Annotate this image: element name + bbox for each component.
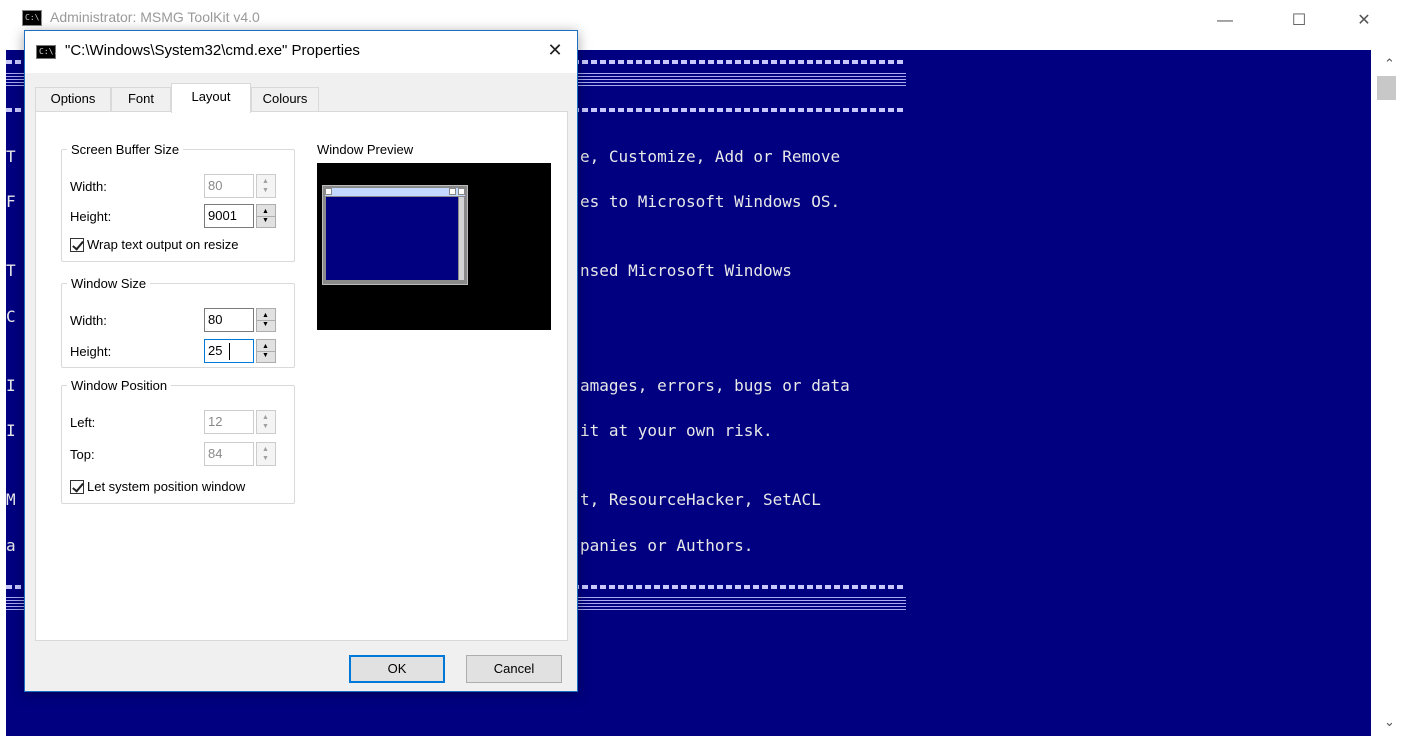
buffer-height-spinner[interactable]: ▲ ▼ bbox=[256, 204, 276, 228]
preview-control bbox=[449, 188, 456, 195]
scroll-down-icon[interactable]: ⌄ bbox=[1384, 714, 1395, 730]
wrap-text-label: Wrap text output on resize bbox=[87, 237, 239, 252]
spin-up-icon: ▲ bbox=[262, 178, 269, 185]
position-left-spinner[interactable]: ▲ ▼ bbox=[256, 410, 276, 434]
position-top-input[interactable]: 84 bbox=[204, 442, 254, 466]
spin-down-icon: ▼ bbox=[262, 455, 269, 462]
scroll-up-icon[interactable]: ⌃ bbox=[1384, 56, 1395, 72]
spin-down-icon: ▼ bbox=[262, 423, 269, 430]
window-width-spinner[interactable]: ▲ ▼ bbox=[256, 308, 276, 332]
window-preview-label: Window Preview bbox=[317, 142, 414, 157]
spin-down-icon: ▼ bbox=[262, 321, 269, 328]
window-width-label: Width: bbox=[70, 313, 107, 328]
buffer-height-label: Height: bbox=[70, 209, 112, 224]
window-size-group: Window Size Width: 80 ▲ ▼ Height: 25 ▲ ▼ bbox=[61, 276, 295, 368]
minimize-button[interactable]: — bbox=[1210, 10, 1240, 34]
window-height-label: Height: bbox=[70, 344, 112, 359]
window-height-spinner[interactable]: ▲ ▼ bbox=[256, 339, 276, 363]
let-system-position-row[interactable]: Let system position window bbox=[70, 479, 245, 494]
preview-window bbox=[322, 185, 468, 285]
spin-up-icon: ▲ bbox=[262, 414, 269, 421]
window-position-group: Window Position Left: 12 ▲ ▼ Top: 84 ▲ ▼… bbox=[61, 378, 295, 504]
buffer-width-spinner[interactable]: ▲ ▼ bbox=[256, 174, 276, 198]
console-line: t, ResourceHacker, SetACL bbox=[580, 490, 821, 509]
console-line-start: C bbox=[6, 307, 16, 326]
console-line: e, Customize, Add or Remove bbox=[580, 147, 841, 166]
console-scrollbar[interactable]: ⌃ ⌄ bbox=[1372, 50, 1404, 736]
console-line: it at your own risk. bbox=[580, 421, 773, 440]
maximize-button[interactable]: ☐ bbox=[1284, 10, 1314, 34]
console-line-start: T bbox=[6, 147, 16, 166]
cmd-icon: C:\. bbox=[36, 45, 58, 59]
buffer-width-label: Width: bbox=[70, 179, 107, 194]
preview-control bbox=[458, 188, 465, 195]
spin-up-icon: ▲ bbox=[262, 343, 269, 350]
console-app-icon: C:\. bbox=[22, 10, 44, 26]
text-caret bbox=[229, 343, 230, 360]
tab-colours[interactable]: Colours bbox=[251, 87, 319, 111]
scroll-thumb[interactable] bbox=[1377, 76, 1396, 100]
spin-up-icon: ▲ bbox=[262, 312, 269, 319]
screen-buffer-group: Screen Buffer Size Width: 80 ▲ ▼ Height:… bbox=[61, 142, 295, 262]
window-preview bbox=[317, 163, 551, 330]
cancel-button[interactable]: Cancel bbox=[466, 655, 562, 683]
wrap-text-checkbox-row[interactable]: Wrap text output on resize bbox=[70, 237, 239, 252]
console-line: panies or Authors. bbox=[580, 536, 754, 555]
window-position-legend: Window Position bbox=[71, 378, 168, 393]
position-top-spinner[interactable]: ▲ ▼ bbox=[256, 442, 276, 466]
tab-font[interactable]: Font bbox=[111, 87, 171, 111]
screen-buffer-legend: Screen Buffer Size bbox=[71, 142, 180, 157]
console-line: es to Microsoft Windows OS. bbox=[580, 192, 841, 211]
console-line: amages, errors, bugs or data bbox=[580, 376, 850, 395]
window-height-input[interactable]: 25 bbox=[204, 339, 254, 363]
spin-up-icon: ▲ bbox=[262, 208, 269, 215]
close-window-button[interactable]: ✕ bbox=[1349, 10, 1379, 34]
spin-down-icon: ▼ bbox=[262, 217, 269, 224]
position-left-input[interactable]: 12 bbox=[204, 410, 254, 434]
tab-layout[interactable]: Layout bbox=[171, 83, 251, 113]
buffer-width-input[interactable]: 80 bbox=[204, 174, 254, 198]
console-line-start: I bbox=[6, 421, 16, 440]
preview-icon bbox=[325, 188, 332, 195]
preview-titlebar bbox=[325, 188, 465, 196]
console-line: nsed Microsoft Windows bbox=[580, 261, 792, 280]
console-line-start: F bbox=[6, 192, 16, 211]
position-top-label: Top: bbox=[70, 447, 95, 462]
tab-options[interactable]: Options bbox=[35, 87, 111, 111]
console-window-title: Administrator: MSMG ToolKit v4.0 bbox=[50, 9, 260, 25]
console-line-start: T bbox=[6, 261, 16, 280]
preview-client-area bbox=[326, 197, 458, 280]
spin-down-icon: ▼ bbox=[262, 352, 269, 359]
wrap-text-checkbox[interactable] bbox=[70, 238, 84, 252]
console-line-start: I bbox=[6, 376, 16, 395]
properties-dialog: C:\. "C:\Windows\System32\cmd.exe" Prope… bbox=[24, 30, 578, 692]
window-width-input[interactable]: 80 bbox=[204, 308, 254, 332]
layout-tab-panel: Screen Buffer Size Width: 80 ▲ ▼ Height:… bbox=[35, 111, 568, 641]
buffer-height-input[interactable]: 9001 bbox=[204, 204, 254, 228]
spin-up-icon: ▲ bbox=[262, 446, 269, 453]
ok-button[interactable]: OK bbox=[349, 655, 445, 683]
dialog-titlebar[interactable]: C:\. "C:\Windows\System32\cmd.exe" Prope… bbox=[25, 31, 577, 73]
let-system-position-label: Let system position window bbox=[87, 479, 246, 494]
position-left-label: Left: bbox=[70, 415, 96, 430]
dialog-title: "C:\Windows\System32\cmd.exe" Properties bbox=[65, 42, 360, 59]
console-line-start: M bbox=[6, 490, 16, 509]
spin-down-icon: ▼ bbox=[262, 187, 269, 194]
window-height-value: 25 bbox=[208, 343, 223, 358]
let-system-position-checkbox[interactable] bbox=[70, 480, 84, 494]
preview-scrollbar bbox=[459, 197, 464, 280]
close-icon[interactable]: ✕ bbox=[540, 39, 570, 63]
window-size-legend: Window Size bbox=[71, 276, 147, 291]
console-line-start: a bbox=[6, 536, 16, 555]
